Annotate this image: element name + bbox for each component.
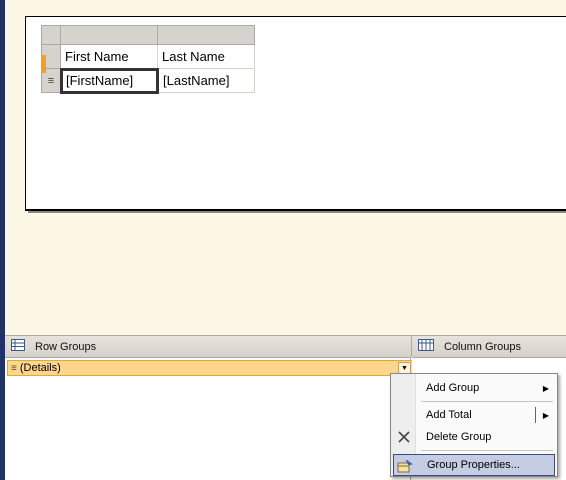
- report-body[interactable]: ≡ First Name Last Name [FirstName] [Last…: [25, 16, 566, 213]
- data-cell-first-name-text: [FirstName]: [66, 73, 134, 88]
- tablix[interactable]: ≡ First Name Last Name [FirstName] [Last…: [41, 25, 255, 95]
- data-cell-last-name-text: [LastName]: [163, 73, 230, 88]
- row-groups-header: Row Groups: [5, 335, 411, 357]
- menu-item-delete-group[interactable]: Delete Group: [393, 426, 555, 448]
- menu-item-add-total[interactable]: Add Total ▶: [393, 404, 555, 426]
- column-groups-title: Column Groups: [444, 340, 522, 353]
- submenu-arrow-icon: ▶: [542, 383, 549, 393]
- column-groups-icon: [418, 339, 434, 354]
- row-groups-title: Row Groups: [35, 340, 97, 353]
- data-cell-first-name[interactable]: [FirstName]: [60, 68, 159, 94]
- menu-item-group-properties-label: Group Properties...: [427, 459, 520, 471]
- menu-item-delete-group-label: Delete Group: [426, 431, 492, 443]
- report-design-surface[interactable]: ≡ First Name Last Name [FirstName] [Last…: [5, 0, 566, 332]
- header-cell-first-name[interactable]: First Name: [61, 45, 158, 69]
- column-handle-last-name[interactable]: [158, 25, 255, 45]
- delete-x-icon: [396, 429, 412, 445]
- row-groups-icon: [11, 339, 25, 354]
- chevron-down-icon: ▼: [401, 364, 408, 372]
- column-groups-header: Column Groups: [411, 335, 566, 357]
- split-separator: [535, 407, 536, 423]
- tablix-corner-handle[interactable]: [41, 25, 61, 45]
- menu-item-group-properties[interactable]: Group Properties...: [393, 454, 555, 476]
- column-handle-first-name[interactable]: [61, 25, 158, 45]
- group-properties-icon: [397, 458, 413, 474]
- menu-item-add-group-label: Add Group: [426, 382, 480, 394]
- data-cell-last-name[interactable]: [LastName]: [159, 69, 255, 93]
- submenu-arrow-icon: ▶: [542, 410, 549, 420]
- details-lines-icon: ≡: [11, 362, 17, 374]
- details-group-label: (Details): [19, 362, 61, 374]
- header-cell-last-name[interactable]: Last Name: [158, 45, 255, 69]
- header-cell-first-name-text: First Name: [65, 49, 129, 64]
- selection-marker: [42, 55, 46, 73]
- details-row-glyph: ≡: [47, 74, 55, 87]
- header-cell-last-name-text: Last Name: [162, 49, 225, 64]
- menu-item-add-group[interactable]: Add Group ▶: [393, 377, 555, 399]
- menu-item-add-total-label: Add Total: [426, 409, 472, 421]
- details-group[interactable]: ≡ (Details) ▼: [7, 360, 413, 376]
- group-context-menu: Add Group ▶ Add Total ▶ Delete Group Gro…: [390, 373, 558, 477]
- menu-separator: [421, 401, 553, 402]
- row-groups-pane[interactable]: ≡ (Details) ▼: [5, 357, 413, 480]
- menu-separator: [421, 450, 553, 451]
